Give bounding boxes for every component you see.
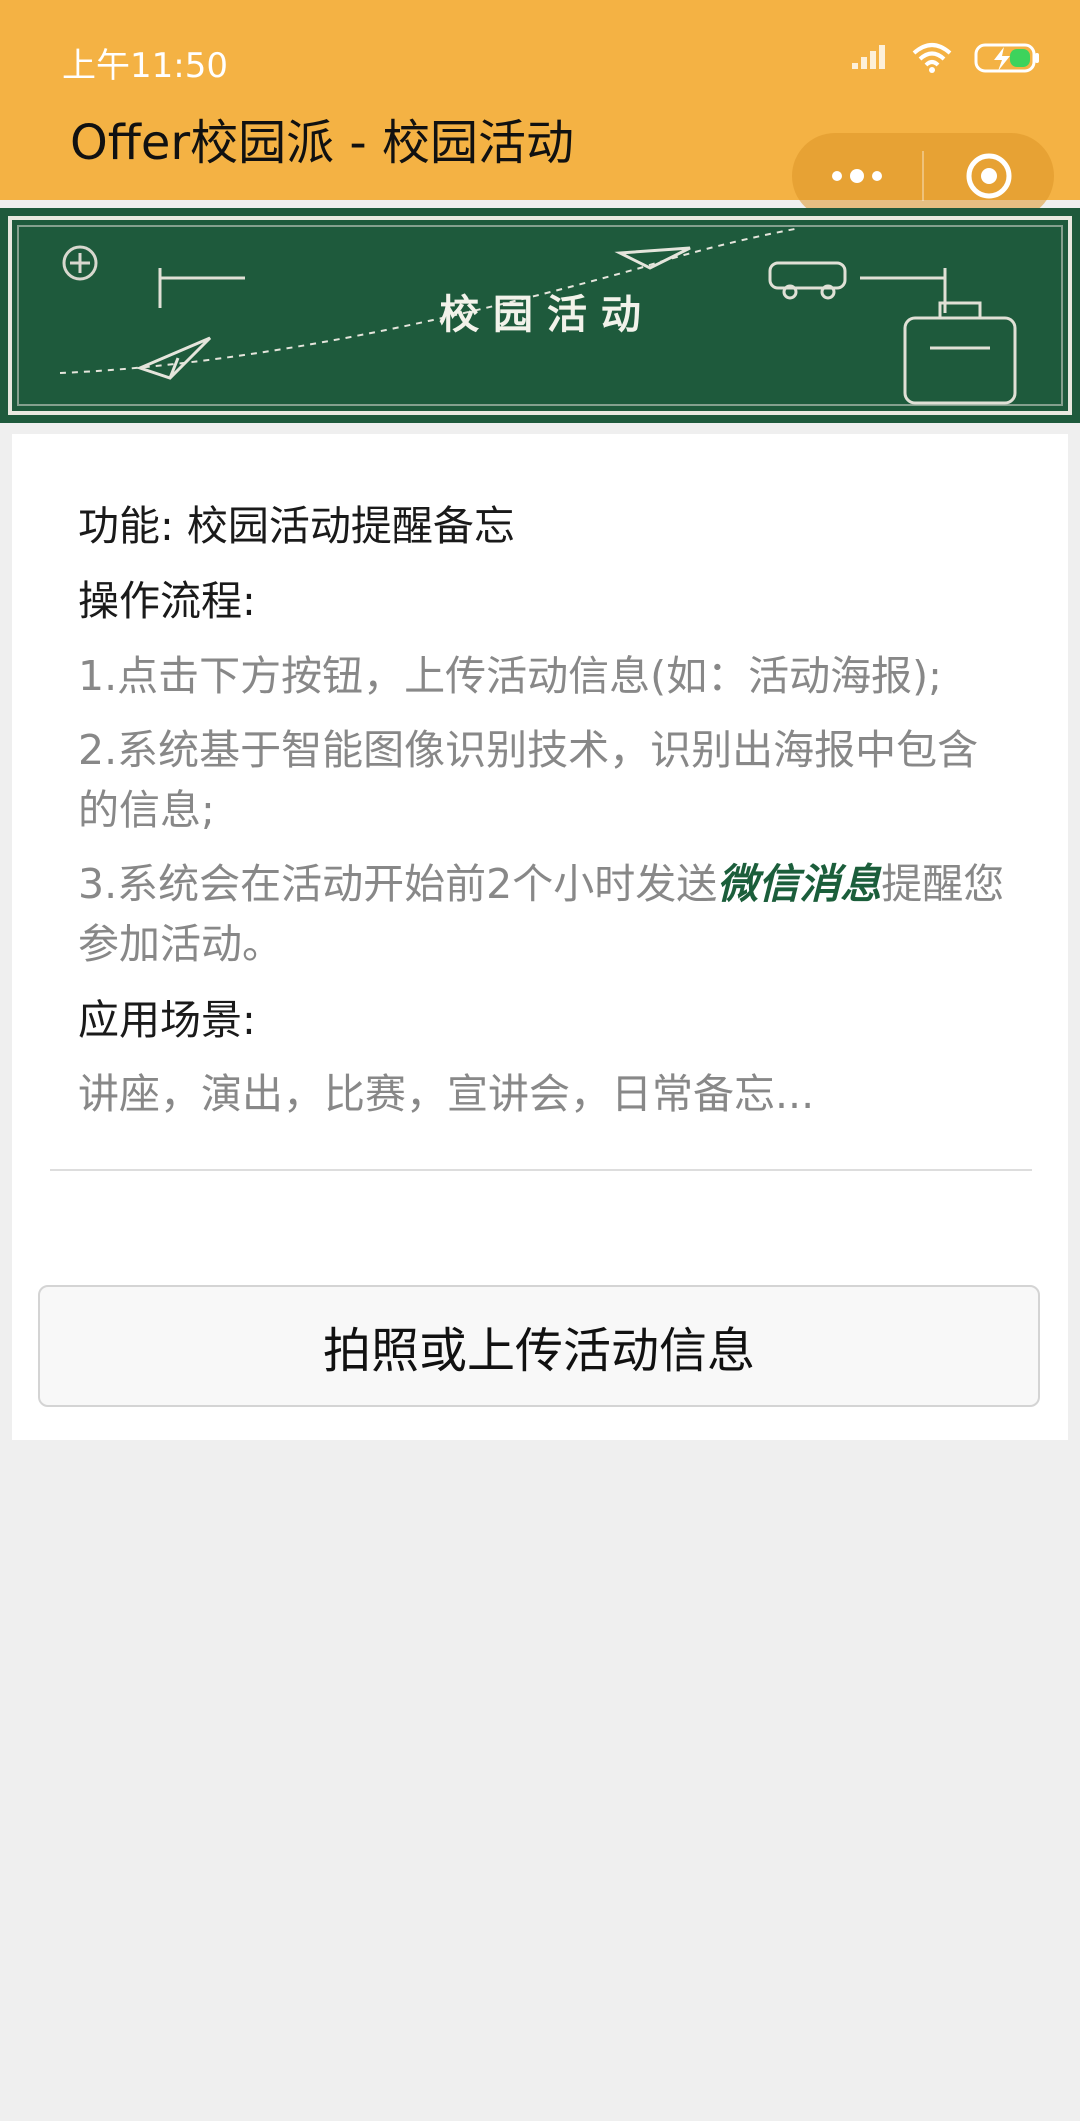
section-divider [50,1169,1032,1171]
upload-activity-button[interactable]: 拍照或上传活动信息 [38,1285,1040,1407]
step-2-text: 2.系统基于智能图像识别技术，识别出海报中包含的信息; [78,726,979,834]
campus-activity-banner: 校 园 活 动 [0,208,1080,423]
signal-icon [852,45,885,69]
content-card: 功能: 校园活动提醒备忘 操作流程: 1.点击下方按钮，上传活动信息(如：活动海… [12,434,1068,1440]
battery-charging-icon [974,43,1039,73]
step-3-prefix: 3.系统会在活动开始前2个小时发送 [78,860,718,908]
feature-text: 功能: 校园活动提醒备忘 [78,502,515,550]
more-dots-icon [832,169,882,183]
more-button[interactable] [792,133,922,219]
step-3-text: 3.系统会在活动开始前2个小时发送微信消息提醒您参加活动。 [78,854,1008,974]
wechat-message-highlight: 微信消息 [717,860,882,908]
process-heading: 操作流程: [78,577,256,625]
status-time: 上午11:50 [62,46,228,86]
page-title: Offer校园派 - 校园活动 [70,115,574,171]
banner-title: 校 园 活 动 [439,291,641,338]
status-icons [850,38,1042,78]
scenes-text: 讲座，演出，比赛，宣讲会，日常备忘... [78,1070,815,1118]
close-button[interactable] [924,133,1054,219]
close-target-icon [966,153,1012,199]
mini-program-capsule [792,133,1054,219]
wifi-icon [912,43,952,73]
chalkboard-illustration: 校 园 活 动 [0,208,1080,423]
scenes-heading: 应用场景: [78,996,256,1044]
step-1-text: 1.点击下方按钮，上传活动信息(如：活动海报); [78,652,942,700]
